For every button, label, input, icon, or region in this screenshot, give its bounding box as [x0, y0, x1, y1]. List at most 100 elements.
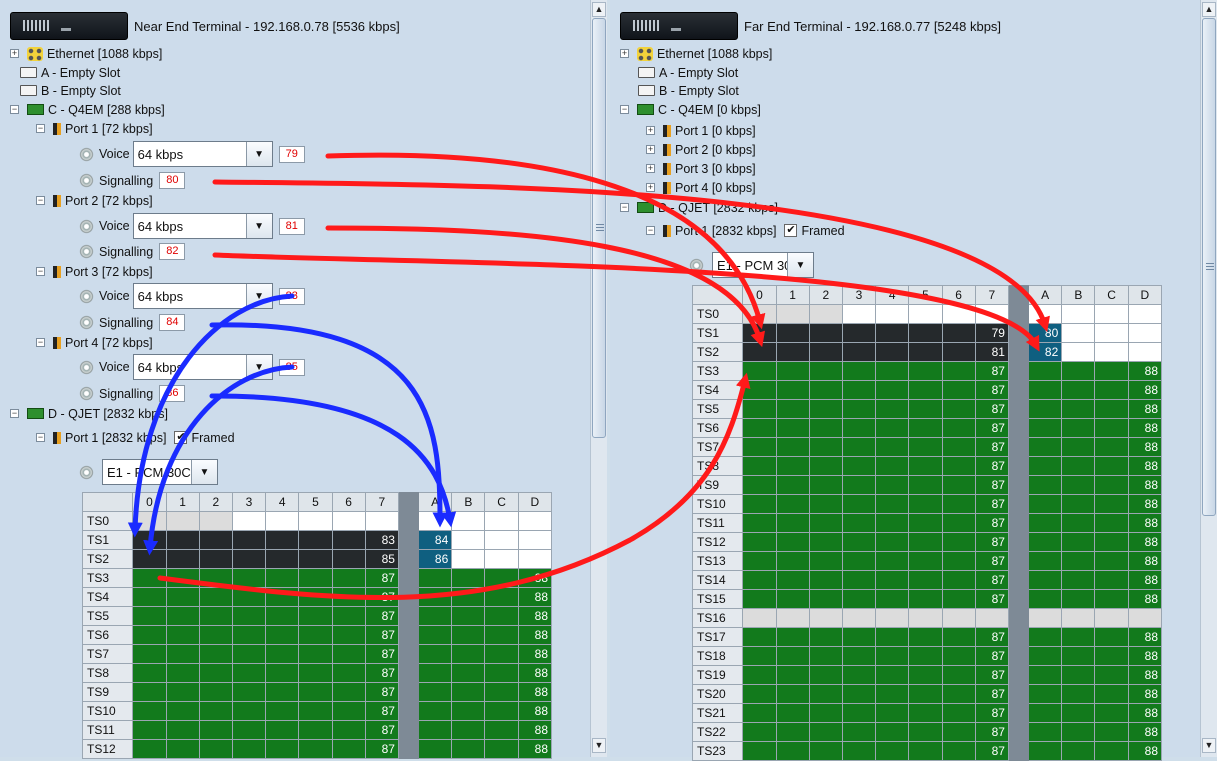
timeslot-cell[interactable]	[808, 342, 843, 362]
timeslot-cell[interactable]	[1061, 475, 1096, 495]
timeslot-cell[interactable]	[1061, 342, 1096, 362]
timeslot-cell[interactable]	[1028, 399, 1063, 419]
timeslot-cell[interactable]	[775, 380, 810, 400]
timeslot-cell[interactable]	[742, 608, 777, 628]
timeslot-cell[interactable]	[775, 703, 810, 723]
timeslot-cell[interactable]	[808, 551, 843, 571]
timeslot-cell[interactable]	[451, 587, 486, 607]
signalling-timeslot[interactable]: 84	[159, 314, 186, 331]
timeslot-cell[interactable]	[841, 627, 877, 647]
timeslot-cell[interactable]	[331, 568, 366, 588]
timeslot-cell[interactable]	[1094, 361, 1129, 381]
timeslot-cell[interactable]	[198, 511, 233, 531]
timeslot-cell[interactable]: 87	[974, 380, 1009, 400]
timeslot-cell[interactable]: 87	[974, 494, 1009, 514]
timeslot-cell[interactable]	[908, 380, 943, 400]
timeslot-cell[interactable]	[941, 551, 976, 571]
timeslot-cell[interactable]	[1094, 741, 1129, 761]
signalling-timeslot[interactable]: 82	[159, 243, 186, 260]
timeslot-cell[interactable]	[908, 570, 943, 590]
timeslot-cell[interactable]	[808, 722, 843, 742]
timeslot-cell[interactable]	[165, 549, 200, 569]
gear-icon[interactable]	[78, 287, 95, 305]
timeslot-cell[interactable]	[1028, 741, 1063, 761]
timeslot-cell[interactable]: 87	[364, 682, 399, 702]
timeslot-cell[interactable]	[132, 720, 167, 740]
timeslot-cell[interactable]: 88	[517, 606, 553, 626]
timeslot-cell[interactable]	[1094, 589, 1129, 609]
timeslot-cell[interactable]	[808, 323, 843, 343]
timeslot-cell[interactable]	[1028, 665, 1063, 685]
timeslot-cell[interactable]	[418, 701, 453, 721]
timeslot-cell[interactable]	[875, 646, 910, 666]
timeslot-cell[interactable]	[265, 530, 300, 550]
timeslot-cell[interactable]	[418, 663, 453, 683]
timeslot-cell[interactable]	[742, 570, 777, 590]
timeslot-cell[interactable]: 88	[1127, 532, 1163, 552]
timeslot-cell[interactable]	[418, 606, 453, 626]
timeslot-cell[interactable]	[165, 701, 200, 721]
timeslot-cell[interactable]	[841, 399, 877, 419]
timeslot-cell[interactable]	[1061, 608, 1096, 628]
timeslot-cell[interactable]: 88	[1127, 665, 1163, 685]
timeslot-cell[interactable]	[265, 644, 300, 664]
chevron-down-icon[interactable]: ▼	[245, 214, 272, 238]
timeslot-cell[interactable]	[941, 513, 976, 533]
timeslot-cell[interactable]: 88	[517, 663, 553, 683]
timeslot-cell[interactable]	[841, 570, 877, 590]
timeslot-cell[interactable]	[875, 551, 910, 571]
timeslot-cell[interactable]	[875, 703, 910, 723]
timeslot-cell[interactable]	[165, 587, 200, 607]
timeslot-cell[interactable]	[418, 682, 453, 702]
timeslot-cell[interactable]	[198, 587, 233, 607]
timeslot-cell[interactable]	[908, 342, 943, 362]
timeslot-cell[interactable]	[1094, 646, 1129, 666]
timeslot-cell[interactable]	[742, 589, 777, 609]
timeslot-cell[interactable]	[742, 418, 777, 438]
tree-qjet-port[interactable]: − Port 1 [2832 kbps] ✔ Framed	[36, 428, 235, 447]
timeslot-cell[interactable]	[1028, 437, 1063, 457]
timeslot-cell[interactable]	[908, 703, 943, 723]
tree-port-4[interactable]: + Port 4 [0 kbps]	[646, 178, 756, 197]
timeslot-cell[interactable]: 88	[1127, 741, 1163, 761]
timeslot-cell[interactable]	[941, 456, 976, 476]
timeslot-cell[interactable]: 87	[974, 627, 1009, 647]
timeslot-cell[interactable]	[132, 682, 167, 702]
gear-icon[interactable]	[688, 256, 705, 274]
timeslot-cell[interactable]: 79	[974, 323, 1009, 343]
timeslot-cell[interactable]	[265, 625, 300, 645]
timeslot-cell[interactable]	[231, 701, 267, 721]
timeslot-cell[interactable]	[841, 684, 877, 704]
timeslot-cell[interactable]	[1061, 703, 1096, 723]
timeslot-cell[interactable]: 88	[1127, 456, 1163, 476]
timeslot-cell[interactable]	[484, 606, 519, 626]
collapse-icon[interactable]: −	[620, 105, 629, 114]
timeslot-cell[interactable]	[1061, 722, 1096, 742]
timeslot-cell[interactable]	[331, 625, 366, 645]
timeslot-cell[interactable]	[331, 682, 366, 702]
timeslot-cell[interactable]	[941, 342, 976, 362]
expand-icon[interactable]: +	[646, 126, 655, 135]
timeslot-cell[interactable]	[941, 494, 976, 514]
timeslot-cell[interactable]	[198, 739, 233, 759]
timeslot-cell[interactable]	[908, 513, 943, 533]
timeslot-cell[interactable]	[132, 511, 167, 531]
timeslot-cell[interactable]	[165, 530, 200, 550]
timeslot-cell[interactable]	[165, 663, 200, 683]
timeslot-cell[interactable]	[132, 568, 167, 588]
timeslot-cell[interactable]	[841, 589, 877, 609]
gear-icon[interactable]	[78, 243, 95, 260]
timeslot-cell[interactable]	[875, 608, 910, 628]
timeslot-cell[interactable]	[841, 304, 877, 324]
timeslot-cell[interactable]	[1028, 494, 1063, 514]
timeslot-cell[interactable]	[1061, 684, 1096, 704]
timeslot-cell[interactable]	[941, 665, 976, 685]
timeslot-cell[interactable]: 87	[364, 663, 399, 683]
timeslot-cell[interactable]	[841, 608, 877, 628]
timeslot-cell[interactable]: 86	[418, 549, 453, 569]
timeslot-cell[interactable]: 87	[364, 701, 399, 721]
timeslot-cell[interactable]	[841, 437, 877, 457]
timeslot-cell[interactable]	[742, 551, 777, 571]
timeslot-cell[interactable]	[298, 644, 333, 664]
timeslot-cell[interactable]	[1061, 361, 1096, 381]
